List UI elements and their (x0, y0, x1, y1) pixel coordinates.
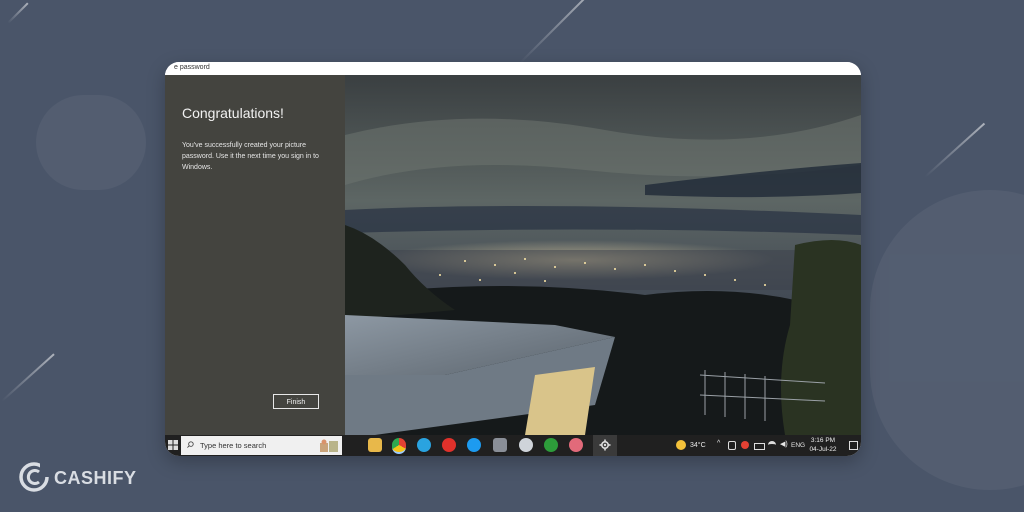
chrome-icon[interactable] (392, 438, 406, 454)
settings-icon (599, 439, 611, 451)
picture-password-image (345, 75, 861, 435)
window-title: e password (174, 64, 210, 71)
cashify-logo-icon (19, 461, 50, 492)
notifications-icon[interactable] (849, 441, 858, 450)
windows-taskbar: Type here to search 34°C ^ ◀) ENG 3:16 P… (165, 435, 861, 456)
cloud-icon[interactable] (519, 438, 533, 452)
decorative-streak (519, 0, 592, 64)
file-explorer-icon[interactable] (368, 438, 382, 452)
search-placeholder: Type here to search (200, 441, 267, 450)
finish-button[interactable]: Finish (273, 394, 319, 409)
battery-icon[interactable] (754, 443, 765, 450)
search-icon (187, 441, 194, 448)
search-highlight-icon (320, 439, 338, 452)
cashify-logo-text: CASHIFY (54, 468, 137, 488)
youtube-icon[interactable] (442, 438, 456, 452)
decorative-circle (870, 190, 1024, 490)
windows-start-icon[interactable] (168, 440, 178, 450)
security-icon[interactable] (741, 441, 749, 449)
decorative-streak (7, 2, 29, 24)
volume-icon[interactable]: ◀) (780, 440, 788, 448)
screenshot-window: e password Congratulations! You've succe… (165, 62, 861, 456)
language-indicator[interactable]: ENG (791, 442, 805, 449)
chevron-up-icon[interactable]: ^ (717, 440, 720, 447)
meet-now-icon[interactable] (728, 441, 736, 450)
settings-taskbar-button[interactable] (593, 435, 617, 456)
decorative-circle (36, 95, 146, 190)
picture-password-panel: Congratulations! You've successfully cre… (165, 75, 345, 435)
snipping-tool-icon[interactable] (569, 438, 583, 452)
taskbar-search-input[interactable]: Type here to search (181, 436, 342, 455)
dialog-heading: Congratulations! (182, 105, 284, 121)
network-icon[interactable] (768, 441, 776, 452)
clock-time[interactable]: 3:16 PM (809, 437, 837, 444)
telegram-icon[interactable] (417, 438, 431, 452)
twitter-icon[interactable] (467, 438, 481, 452)
weather-icon[interactable] (676, 440, 686, 450)
decorative-streak (1, 353, 55, 402)
dialog-message: You've successfully created your picture… (182, 142, 319, 171)
clock-date[interactable]: 04-Jul-22 (809, 446, 837, 453)
window-titlebar: e password (165, 62, 861, 75)
xbox-icon[interactable] (544, 438, 558, 452)
weather-temperature[interactable]: 34°C (690, 442, 706, 449)
camera-icon[interactable] (493, 438, 507, 452)
decorative-streak (924, 122, 986, 178)
